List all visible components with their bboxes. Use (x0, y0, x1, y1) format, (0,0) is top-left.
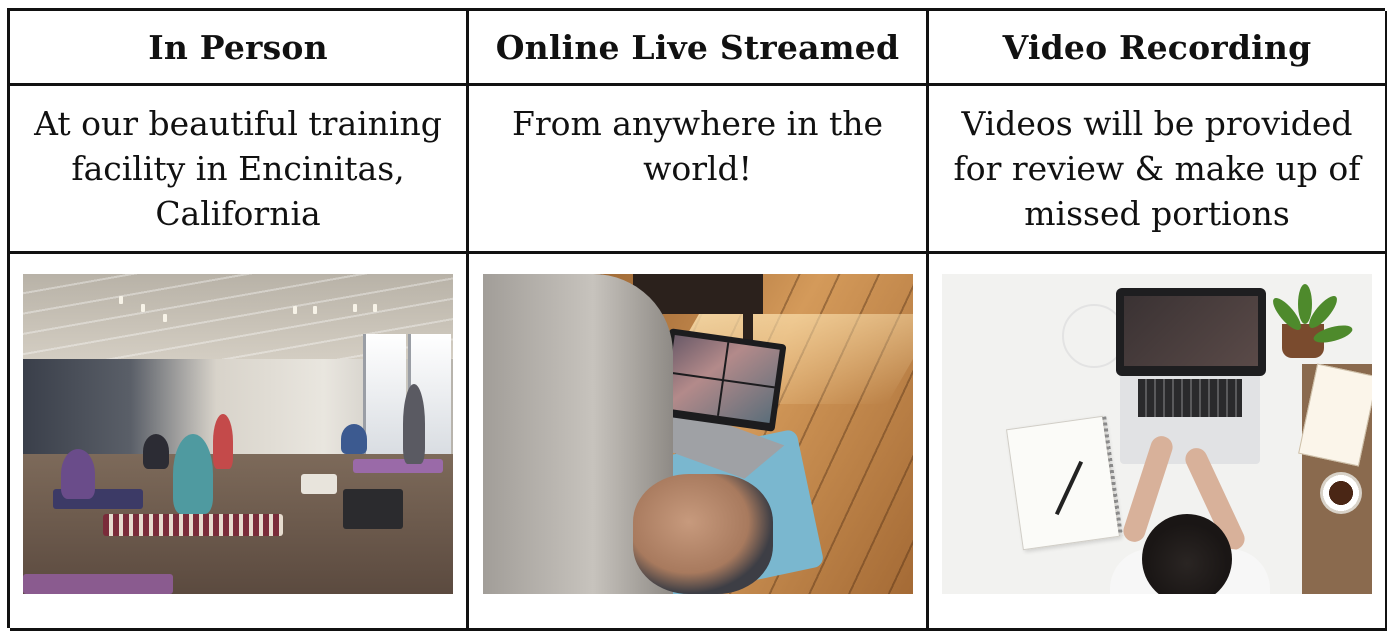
yoga-studio-training-photo (23, 274, 453, 594)
header-online-live-streamed: Online Live Streamed (469, 11, 929, 86)
image-cell-online-live-streamed (469, 254, 929, 631)
training-options-table: In Person Online Live Streamed Video Rec… (7, 8, 1387, 631)
header-label: In Person (148, 27, 328, 67)
description-in-person: At our beautiful training facility in En… (10, 86, 469, 254)
image-cell-in-person (10, 254, 469, 631)
description-text: Videos will be provided for review & mak… (953, 104, 1361, 233)
description-video-recording: Videos will be provided for review & mak… (929, 86, 1387, 254)
online-video-call-laptop-photo (482, 274, 913, 594)
description-text: At our beautiful training facility in En… (34, 104, 442, 233)
header-label: Video Recording (1002, 27, 1312, 67)
header-label: Online Live Streamed (495, 27, 900, 67)
header-in-person: In Person (10, 11, 469, 86)
laptop-desk-workspace-photo (942, 274, 1372, 594)
image-cell-video-recording (929, 254, 1387, 631)
description-text: From anywhere in the world! (511, 104, 884, 188)
header-video-recording: Video Recording (929, 11, 1387, 86)
description-online-live-streamed: From anywhere in the world! (469, 86, 929, 254)
